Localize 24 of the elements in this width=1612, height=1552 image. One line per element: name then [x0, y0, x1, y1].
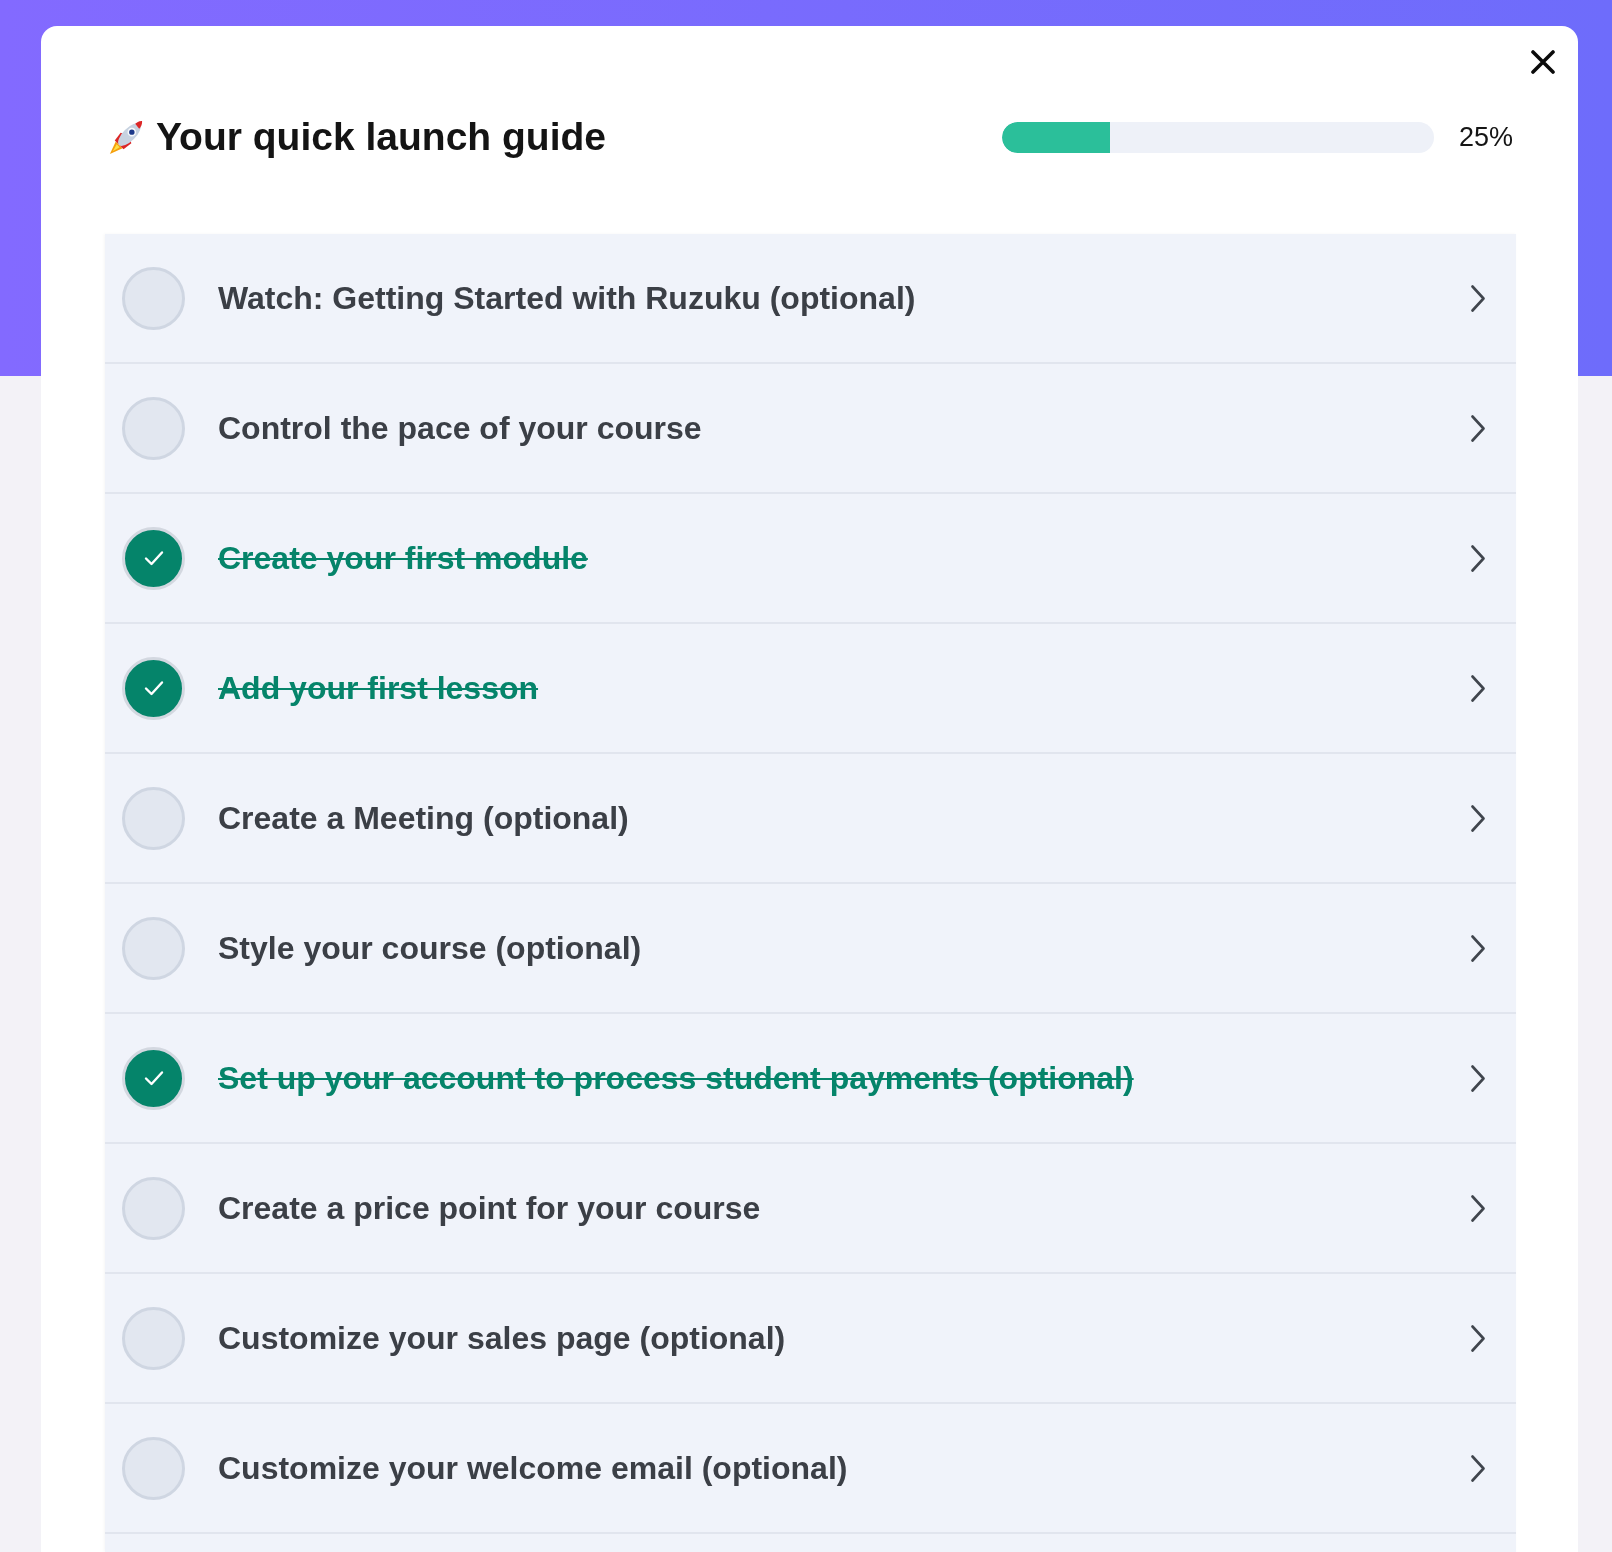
progress-percent: 25%: [1458, 120, 1513, 154]
checklist-item[interactable]: Control the pace of your course: [105, 364, 1516, 494]
checklist-item[interactable]: Set up your account to process student payments (optional): [105, 1014, 1516, 1144]
checklist-item[interactable]: Watch: Getting Started with Ruzuku (optional): [105, 234, 1516, 364]
close-button[interactable]: [1531, 50, 1555, 74]
chevron-right-icon: [1471, 804, 1485, 832]
chevron-right-icon: [1471, 674, 1485, 702]
chevron-right-icon: [1471, 1194, 1485, 1222]
checklist-item[interactable]: Customize your welcome email (optional): [105, 1404, 1516, 1534]
chevron-right-icon: [1471, 1454, 1485, 1482]
chevron-right-icon: [1471, 544, 1485, 572]
chevron-right-icon: [1471, 1324, 1485, 1352]
chevron-right-icon: [1471, 284, 1485, 312]
checklist-item[interactable]: Create a Meeting (optional): [105, 754, 1516, 884]
checklist-item[interactable]: Style your course (optional): [105, 884, 1516, 1014]
chevron-right-icon: [1471, 934, 1485, 962]
chevron-right-icon: [1471, 1064, 1485, 1092]
guide-title: Your quick launch guide: [156, 115, 606, 159]
checklist-item[interactable]: Customize your sales page (optional): [105, 1274, 1516, 1404]
chevron-right-icon: [1471, 414, 1485, 442]
checklist-item[interactable]: Add your first lesson: [105, 624, 1516, 754]
checklist-item[interactable]: Create your first module: [105, 494, 1516, 624]
close-icon: [1531, 50, 1555, 74]
checklist-item[interactable]: Create a price point for your course: [105, 1144, 1516, 1274]
